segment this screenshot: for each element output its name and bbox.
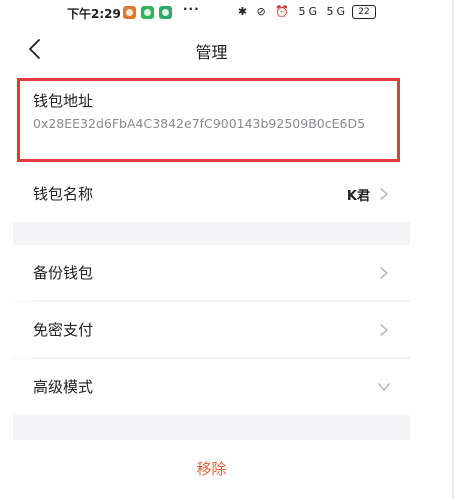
app-notification-icon <box>123 6 136 19</box>
page: 下午2:29 ··· ✱ ⊘ ⏰ 5G 5G 22 管理 钱包地址 0x28EE… <box>0 0 457 499</box>
nav-header: 管理 <box>13 26 410 74</box>
wallet-address-value[interactable]: 0x28EE32d6FbA4C3842e7fC900143b92509B0cE6… <box>33 114 395 134</box>
more-notifications: ··· <box>183 2 200 16</box>
advanced-mode-label: 高级模式 <box>33 378 94 396</box>
right-margin <box>410 0 457 499</box>
status-bar: 下午2:29 ··· ✱ ⊘ ⏰ 5G 5G 22 <box>13 0 410 26</box>
wallet-address-label: 钱包地址 <box>33 92 94 110</box>
chevron-right-icon <box>380 188 388 200</box>
password-free-payment-row[interactable]: 免密支付 <box>13 302 410 358</box>
wallet-name-row[interactable]: 钱包名称 K君 <box>13 166 410 222</box>
chevron-right-icon <box>380 267 388 279</box>
phone-screen: 下午2:29 ··· ✱ ⊘ ⏰ 5G 5G 22 管理 钱包地址 0x28EE… <box>13 0 410 499</box>
remove-wallet-button[interactable]: 移除 <box>13 440 410 499</box>
page-title: 管理 <box>195 43 228 62</box>
edge-line <box>452 0 454 499</box>
battery-icon: 22 <box>352 5 376 19</box>
message-notification-icon <box>159 6 172 19</box>
backup-wallet-row[interactable]: 备份钱包 <box>13 245 410 301</box>
chevron-down-icon <box>378 383 390 391</box>
wechat-notification-icon <box>141 6 154 19</box>
wallet-name-label: 钱包名称 <box>33 185 94 203</box>
remove-label: 移除 <box>196 460 227 478</box>
advanced-mode-row[interactable]: 高级模式 <box>13 359 410 415</box>
backup-wallet-label: 备份钱包 <box>33 264 94 282</box>
wallet-name-value: K君 <box>346 189 370 204</box>
chevron-right-icon <box>380 324 388 336</box>
row-divider <box>33 357 410 358</box>
password-free-payment-label: 免密支付 <box>33 321 94 339</box>
status-time: 下午2:29 <box>67 7 121 21</box>
wallet-address-section[interactable]: 钱包地址 0x28EE32d6FbA4C3842e7fC900143b92509… <box>13 74 410 166</box>
row-divider <box>33 300 410 301</box>
status-indicators: ✱ ⊘ ⏰ 5G 5G <box>237 5 348 18</box>
